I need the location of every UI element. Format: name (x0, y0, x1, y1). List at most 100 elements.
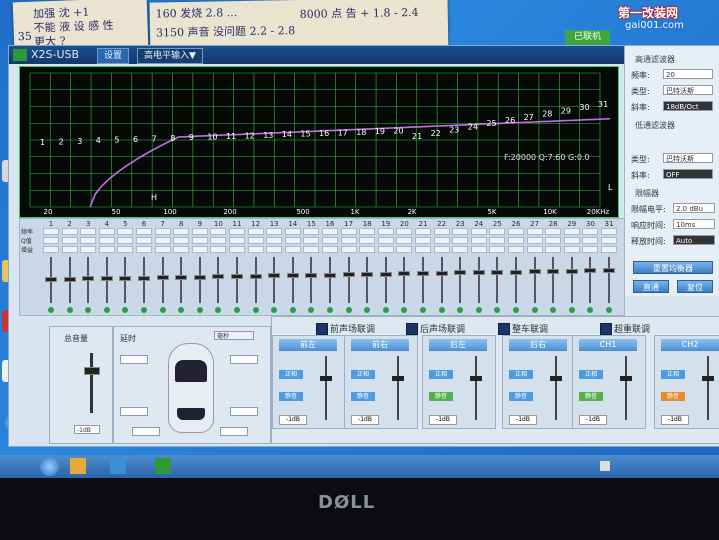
channel-name[interactable]: CH1 (579, 339, 637, 351)
mute-button[interactable]: 静音 (661, 392, 685, 401)
phase-button[interactable]: 正相 (661, 370, 685, 379)
fader-gain-box[interactable] (154, 246, 171, 253)
fader-gain-box[interactable] (173, 246, 190, 253)
fader-status-dot[interactable] (178, 307, 185, 313)
fader-gain-box[interactable] (359, 246, 376, 253)
fader-freq-box[interactable] (98, 228, 115, 235)
phase-button[interactable]: 正相 (509, 370, 533, 379)
eq-fader-8[interactable]: 8 (172, 219, 190, 315)
fader-freq-box[interactable] (154, 228, 171, 235)
eq-fader-9[interactable]: 9 (191, 219, 209, 315)
fader-freq-box[interactable] (359, 228, 376, 235)
channel-name[interactable]: 前右 (351, 339, 409, 351)
delay-front-left[interactable] (120, 355, 148, 364)
fader-q-box[interactable] (601, 237, 617, 244)
eq-fader-4[interactable]: 4 (98, 219, 116, 315)
fader-q-box[interactable] (191, 237, 208, 244)
fader-knob[interactable] (212, 274, 225, 280)
delay-front-right[interactable] (230, 355, 258, 364)
delay-rear-left[interactable] (120, 407, 148, 416)
fader-gain-box[interactable] (247, 246, 264, 253)
input-select[interactable]: 高电平输入▼ (137, 48, 203, 64)
fader-q-box[interactable] (377, 237, 394, 244)
fader-gain-box[interactable] (526, 246, 543, 253)
fader-q-box[interactable] (210, 237, 227, 244)
taskbar-app-2[interactable] (110, 458, 126, 474)
fader-q-box[interactable] (563, 237, 580, 244)
eq-fader-3[interactable]: 3 (79, 219, 97, 315)
fader-knob[interactable] (100, 276, 113, 282)
fader-q-box[interactable] (229, 237, 245, 244)
fader-q-box[interactable] (98, 237, 115, 244)
fader-knob[interactable] (156, 275, 169, 281)
channel-db[interactable]: -1dB (429, 415, 457, 425)
fader-gain-box[interactable] (136, 246, 152, 253)
fader-gain-box[interactable] (563, 246, 580, 253)
phase-button[interactable]: 正相 (351, 370, 375, 379)
fader-freq-box[interactable] (173, 228, 190, 235)
fader-status-dot[interactable] (85, 307, 92, 313)
fader-gain-box[interactable] (210, 246, 227, 253)
fader-freq-box[interactable] (229, 228, 245, 235)
fader-gain-box[interactable] (452, 246, 469, 253)
fader-freq-box[interactable] (545, 228, 562, 235)
fader-gain-box[interactable] (322, 246, 338, 253)
tray-icon[interactable] (600, 461, 610, 471)
fader-status-dot[interactable] (234, 307, 240, 313)
fader-gain-box[interactable] (191, 246, 208, 253)
channel-name[interactable]: 后左 (429, 339, 487, 351)
fader-freq-box[interactable] (136, 228, 152, 235)
delay-sub-right[interactable] (220, 427, 248, 436)
fader-q-box[interactable] (322, 237, 338, 244)
fader-freq-box[interactable] (247, 228, 264, 235)
fader-q-box[interactable] (545, 237, 562, 244)
eq-fader-12[interactable]: 12 (247, 219, 265, 315)
fader-q-box[interactable] (247, 237, 264, 244)
fader-freq-box[interactable] (508, 228, 524, 235)
channel-db[interactable]: -1dB (579, 415, 607, 425)
fader-knob[interactable] (82, 276, 95, 282)
fader-gain-box[interactable] (61, 246, 78, 253)
fader-status-dot[interactable] (122, 307, 129, 313)
fader-q-box[interactable] (80, 237, 97, 244)
fader-knob[interactable] (45, 277, 57, 282)
fader-freq-box[interactable] (433, 228, 450, 235)
eq-fader-11[interactable]: 11 (228, 219, 246, 315)
phase-button[interactable]: 正相 (429, 370, 453, 379)
fader-freq-box[interactable] (582, 228, 599, 235)
fader-status-dot[interactable] (66, 307, 73, 313)
eq-fader-5[interactable]: 5 (116, 219, 134, 315)
eq-fader-10[interactable]: 10 (209, 219, 227, 315)
fader-q-box[interactable] (303, 237, 320, 244)
channel-fader-knob[interactable] (392, 376, 404, 381)
fader-freq-box[interactable] (489, 228, 506, 235)
fader-gain-box[interactable] (582, 246, 599, 253)
lp-slope-select[interactable]: OFF (663, 169, 713, 179)
fader-gain-box[interactable] (229, 246, 245, 253)
attack-input[interactable]: 10ms (673, 219, 715, 229)
channel-name[interactable]: 后右 (509, 339, 567, 351)
fader-gain-box[interactable] (470, 246, 487, 253)
fader-freq-box[interactable] (340, 228, 357, 235)
channel-db[interactable]: -1dB (279, 415, 307, 425)
fader-q-box[interactable] (433, 237, 450, 244)
delay-sub-left[interactable] (132, 427, 160, 436)
taskbar-app-1[interactable] (70, 458, 86, 474)
fader-freq-box[interactable] (61, 228, 78, 235)
fader-q-box[interactable] (396, 237, 413, 244)
fader-gain-box[interactable] (43, 246, 59, 253)
fader-freq-box[interactable] (117, 228, 134, 235)
start-button[interactable] (40, 457, 59, 476)
fader-gain-box[interactable] (284, 246, 301, 253)
fader-freq-box[interactable] (210, 228, 227, 235)
fader-freq-box[interactable] (191, 228, 208, 235)
fader-gain-box[interactable] (396, 246, 413, 253)
connected-button[interactable]: 已联机 (565, 30, 611, 45)
fader-status-dot[interactable] (48, 307, 54, 313)
fader-knob[interactable] (138, 275, 150, 281)
eq-fader-2[interactable]: 2 (61, 219, 79, 315)
fader-status-dot[interactable] (103, 307, 110, 313)
fader-knob[interactable] (175, 274, 188, 280)
fader-freq-box[interactable] (526, 228, 543, 235)
delay-rear-right[interactable] (230, 407, 258, 416)
